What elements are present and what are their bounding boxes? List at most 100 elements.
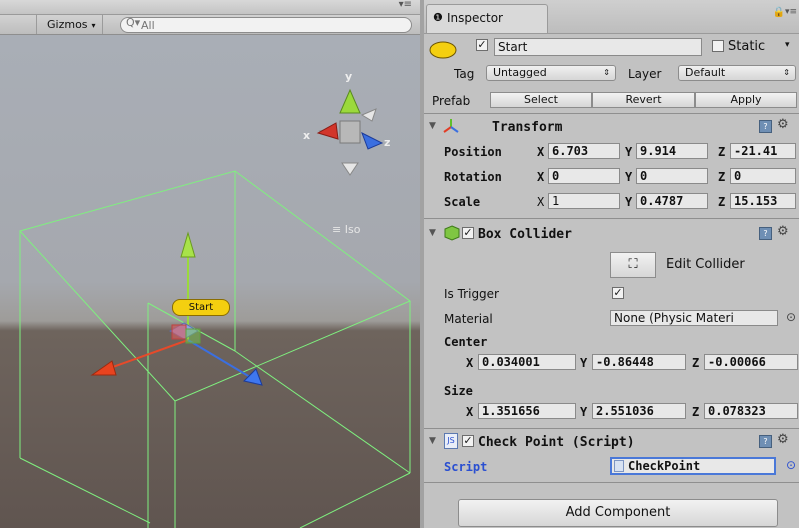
scale-x-field[interactable]: 1 <box>548 193 620 209</box>
check-point-header[interactable]: ▼ JS ✓ Check Point (Script) ? ⚙ <box>424 432 799 452</box>
static-checkbox[interactable] <box>712 40 724 52</box>
position-z-label: Z <box>718 145 726 159</box>
rotation-label: Rotation <box>444 170 502 184</box>
add-component-button[interactable]: Add Component <box>458 499 778 527</box>
script-field[interactable]: CheckPoint <box>610 457 776 475</box>
chevron-updown-icon: ⇕ <box>603 68 610 77</box>
prefab-apply-button[interactable]: Apply <box>695 92 797 108</box>
size-y-field[interactable]: 2.551036 <box>592 403 686 419</box>
active-checkbox[interactable]: ✓ <box>476 39 488 51</box>
help-icon[interactable]: ? <box>759 120 772 133</box>
tab-title: Inspector <box>447 11 503 25</box>
js-script-icon: JS <box>444 433 458 449</box>
is-trigger-checkbox[interactable]: ✓ <box>612 287 624 299</box>
position-z-field[interactable]: -21.41 <box>730 143 796 159</box>
transform-title: Transform <box>492 120 563 135</box>
iso-toggle[interactable]: ≡ Iso <box>332 223 360 236</box>
scale-y-label: Y <box>625 195 633 209</box>
foldout-arrow-icon[interactable]: ▼ <box>429 436 436 446</box>
layer-dropdown[interactable]: Default ⇕ <box>678 65 796 81</box>
chevron-down-icon: ▾ <box>91 21 96 30</box>
box-collider-title: Box Collider <box>478 227 572 242</box>
inspector-panel: ❶ Inspector 🔒 ▾≡ ✓ Start Static ▾ Tag Un… <box>424 0 799 528</box>
center-label: Center <box>444 335 488 349</box>
size-z-label: Z <box>692 405 700 419</box>
scale-z-field[interactable]: 15.153 <box>730 193 796 209</box>
scene-toolbar: Gizmos ▾ Q▾ <box>0 15 420 35</box>
gizmos-dropdown[interactable]: Gizmos ▾ <box>36 15 103 34</box>
tab-inspector[interactable]: ❶ Inspector <box>426 4 548 33</box>
script-label: Script <box>444 460 488 474</box>
size-label: Size <box>444 384 473 398</box>
foldout-arrow-icon[interactable]: ▼ <box>429 121 436 131</box>
object-name-field[interactable]: Start <box>494 38 702 56</box>
lock-icon[interactable]: 🔒 <box>773 7 785 18</box>
position-x-label: X <box>537 145 545 159</box>
search-input[interactable] <box>141 18 401 32</box>
object-name-label[interactable]: Start <box>172 299 230 316</box>
scene-search-box[interactable]: Q▾ <box>120 16 412 33</box>
rotation-z-field[interactable]: 0 <box>730 168 796 184</box>
check-point-enabled-checkbox[interactable]: ✓ <box>462 435 474 447</box>
info-icon: ❶ <box>433 11 443 24</box>
edit-collider-button[interactable]: ⛶ <box>610 252 656 278</box>
tag-label: Tag <box>454 67 475 81</box>
material-field[interactable]: None (Physic Materi <box>610 310 778 326</box>
divider <box>424 428 799 429</box>
scale-y-field[interactable]: 0.4787 <box>636 193 708 209</box>
rotation-z-label: Z <box>718 170 726 184</box>
center-y-field[interactable]: -0.86448 <box>592 354 686 370</box>
chevron-down-icon[interactable]: ▾ <box>785 40 790 50</box>
position-x-field[interactable]: 6.703 <box>548 143 620 159</box>
scene-view[interactable]: ▾≡ Gizmos ▾ Q▾ All y x z ≡ Iso Start <box>0 0 420 528</box>
check-point-title: Check Point (Script) <box>478 435 635 450</box>
orientation-gizmo <box>316 88 384 176</box>
gameobject-icon[interactable] <box>428 40 458 60</box>
size-x-field[interactable]: 1.351656 <box>478 403 576 419</box>
panel-menu-icon[interactable]: ▾≡ <box>785 7 797 17</box>
transform-axes-icon <box>443 119 459 133</box>
gear-icon[interactable]: ⚙ <box>777 432 789 447</box>
center-y-label: Y <box>580 356 588 370</box>
help-icon[interactable]: ? <box>759 227 772 240</box>
inspector-tab-bar: ❶ Inspector 🔒 ▾≡ <box>424 0 799 34</box>
foldout-arrow-icon[interactable]: ▼ <box>429 228 436 238</box>
box-collider-enabled-checkbox[interactable]: ✓ <box>462 227 474 239</box>
scale-z-label: Z <box>718 195 726 209</box>
size-z-field[interactable]: 0.078323 <box>704 403 798 419</box>
center-z-field[interactable]: -0.00066 <box>704 354 798 370</box>
transform-header[interactable]: ▼ Transform ? ⚙ <box>424 117 799 137</box>
object-picker-icon[interactable]: ⊙ <box>786 458 796 472</box>
rotation-y-field[interactable]: 0 <box>636 168 708 184</box>
axis-x-label: x <box>303 129 311 142</box>
tag-dropdown[interactable]: Untagged ⇕ <box>486 65 616 81</box>
center-x-field[interactable]: 0.034001 <box>478 354 576 370</box>
axis-y-label: y <box>345 70 353 83</box>
box-collider-header[interactable]: ▼ ✓ Box Collider ? ⚙ <box>424 224 799 244</box>
size-y-label: Y <box>580 405 588 419</box>
tag-value: Untagged <box>493 66 547 79</box>
static-label: Static <box>728 39 766 54</box>
layer-label: Layer <box>628 67 662 81</box>
object-picker-icon[interactable]: ⊙ <box>786 310 796 324</box>
search-icon[interactable]: Q▾ <box>126 16 140 29</box>
rotation-x-field[interactable]: 0 <box>548 168 620 184</box>
position-y-label: Y <box>625 145 633 159</box>
rotation-y-label: Y <box>625 170 633 184</box>
prefab-revert-button[interactable]: Revert <box>592 92 695 108</box>
script-value: CheckPoint <box>628 459 701 473</box>
edit-collider-icon: ⛶ <box>628 257 638 272</box>
position-y-field[interactable]: 9.914 <box>636 143 708 159</box>
script-file-icon <box>614 460 624 472</box>
scene-canvas[interactable]: y x z ≡ Iso Start <box>0 35 420 528</box>
panel-menu-icon[interactable]: ▾≡ <box>399 0 412 10</box>
prefab-select-button[interactable]: Select <box>490 92 592 108</box>
gear-icon[interactable]: ⚙ <box>777 224 789 239</box>
chevron-updown-icon: ⇕ <box>783 68 790 77</box>
material-label: Material <box>444 312 493 326</box>
size-x-label: X <box>466 405 474 419</box>
scale-x-label: X <box>537 195 545 209</box>
help-icon[interactable]: ? <box>759 435 772 448</box>
divider <box>424 218 799 219</box>
gear-icon[interactable]: ⚙ <box>777 117 789 132</box>
